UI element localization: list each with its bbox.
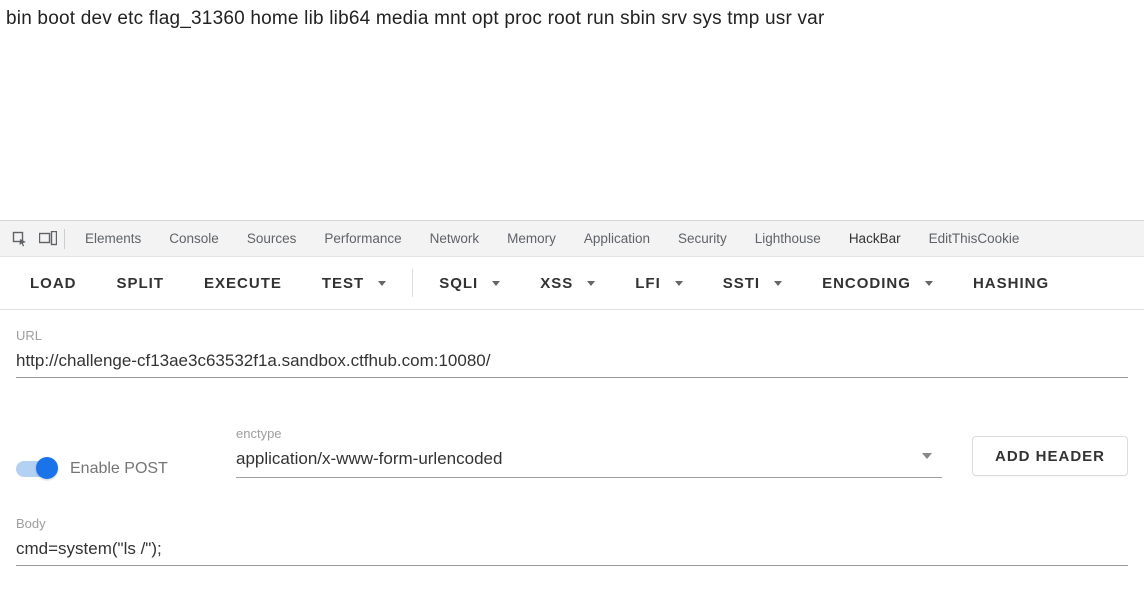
page-response-output: bin boot dev etc flag_31360 home lib lib… — [0, 0, 1144, 220]
chevron-down-icon — [774, 281, 782, 286]
lfi-label: LFI — [635, 275, 661, 292]
test-button[interactable]: TEST — [302, 256, 406, 310]
tab-security[interactable]: Security — [664, 221, 741, 257]
hackbar-toolbar: LOAD SPLIT EXECUTE TEST SQLI XSS LFI SST… — [0, 256, 1144, 310]
xss-button[interactable]: XSS — [520, 256, 615, 310]
tab-console[interactable]: Console — [155, 221, 233, 257]
sqli-button[interactable]: SQLI — [419, 256, 520, 310]
chevron-down-icon — [378, 281, 386, 286]
split-button[interactable]: SPLIT — [97, 256, 185, 310]
tab-editthiscookie[interactable]: EditThisCookie — [915, 221, 1034, 257]
hackbar-panel: URL Enable POST enctype application/x-ww… — [0, 310, 1144, 566]
inspect-icon[interactable] — [6, 225, 34, 253]
enable-post-label: Enable POST — [70, 460, 168, 478]
tab-elements[interactable]: Elements — [71, 221, 155, 257]
sqli-label: SQLI — [439, 275, 478, 292]
chevron-down-icon — [922, 453, 932, 459]
tab-network[interactable]: Network — [416, 221, 494, 257]
body-input[interactable] — [16, 535, 1128, 566]
xss-label: XSS — [540, 275, 573, 292]
split-label: SPLIT — [117, 275, 165, 292]
hashing-label: HASHING — [973, 275, 1049, 292]
separator — [64, 229, 65, 249]
encoding-label: ENCODING — [822, 275, 911, 292]
chevron-down-icon — [492, 281, 500, 286]
body-label: Body — [16, 516, 1128, 531]
load-label: LOAD — [30, 275, 77, 292]
execute-button[interactable]: EXECUTE — [184, 256, 302, 310]
enctype-label: enctype — [236, 426, 942, 441]
tab-performance[interactable]: Performance — [310, 221, 415, 257]
switch-knob — [36, 457, 58, 479]
device-toolbar-icon[interactable] — [34, 225, 62, 253]
add-header-label: ADD HEADER — [995, 448, 1105, 465]
enable-post-toggle[interactable]: Enable POST — [16, 460, 206, 478]
chevron-down-icon — [925, 281, 933, 286]
tab-memory[interactable]: Memory — [493, 221, 570, 257]
ssti-button[interactable]: SSTI — [703, 256, 802, 310]
chevron-down-icon — [675, 281, 683, 286]
switch-track — [16, 461, 56, 477]
tab-application[interactable]: Application — [570, 221, 664, 257]
tab-hackbar[interactable]: HackBar — [835, 221, 915, 257]
load-button[interactable]: LOAD — [10, 256, 97, 310]
add-header-button[interactable]: ADD HEADER — [972, 436, 1128, 476]
chevron-down-icon — [587, 281, 595, 286]
enctype-value: application/x-www-form-urlencoded — [236, 449, 502, 468]
ssti-label: SSTI — [723, 275, 760, 292]
tab-lighthouse[interactable]: Lighthouse — [741, 221, 835, 257]
encoding-button[interactable]: ENCODING — [802, 256, 953, 310]
url-label: URL — [16, 328, 1128, 343]
devtools-tab-strip: Elements Console Sources Performance Net… — [0, 220, 1144, 256]
execute-label: EXECUTE — [204, 275, 282, 292]
lfi-button[interactable]: LFI — [615, 256, 703, 310]
test-label: TEST — [322, 275, 364, 292]
url-input[interactable] — [16, 347, 1128, 378]
hashing-button[interactable]: HASHING — [953, 256, 1069, 310]
enctype-select[interactable]: enctype application/x-www-form-urlencode… — [236, 426, 942, 478]
tab-sources[interactable]: Sources — [233, 221, 311, 257]
separator — [412, 269, 413, 297]
